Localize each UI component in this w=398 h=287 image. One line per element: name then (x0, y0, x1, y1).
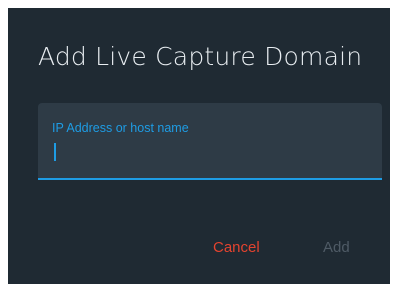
host-input[interactable] (52, 141, 368, 163)
host-field[interactable]: IP Address or host name (38, 103, 382, 180)
text-cursor (54, 143, 56, 161)
add-button[interactable]: Add (323, 239, 350, 256)
cancel-button[interactable]: Cancel (213, 239, 260, 256)
add-live-capture-domain-dialog: Add Live Capture Domain IP Address or ho… (8, 8, 390, 284)
field-underline (38, 178, 382, 180)
host-field-label: IP Address or host name (52, 121, 189, 135)
dialog-title: Add Live Capture Domain (38, 42, 363, 71)
